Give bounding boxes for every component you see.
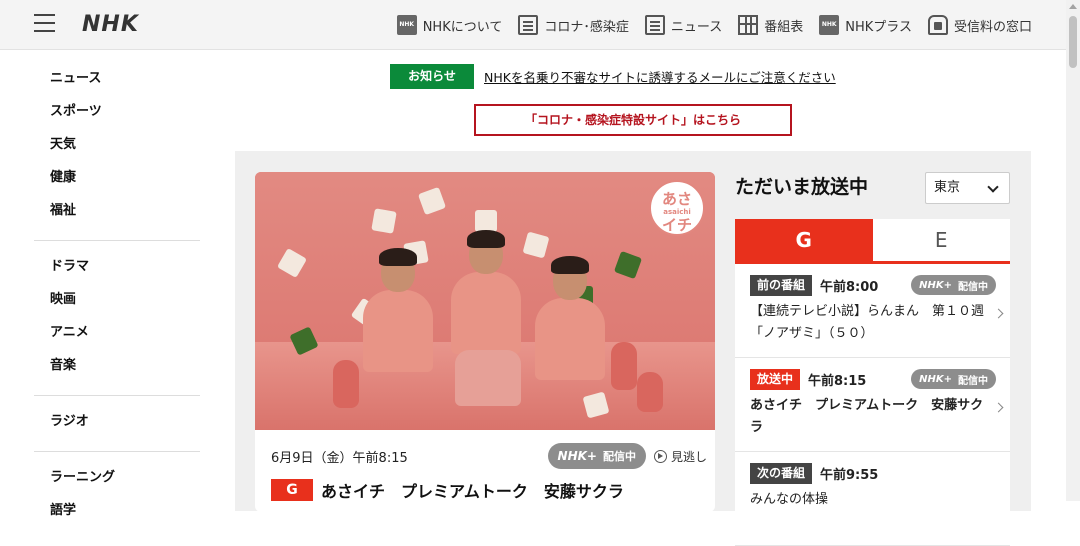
vase xyxy=(611,342,637,390)
notice-tag: お知らせ xyxy=(390,64,474,89)
puzzle-piece xyxy=(371,208,397,234)
nav-about-nhk[interactable]: NHK NHKについて xyxy=(396,15,502,35)
channel-badge: G xyxy=(271,479,313,501)
schedule-row-previous[interactable]: 前の番組 午前8:00 NHK+ 配信中 【連続テレビ小説】らんまん 第１０週「… xyxy=(735,264,1010,358)
schedule-row-next[interactable]: 次の番組 午前9:55 みんなの体操 xyxy=(735,452,1010,546)
site-header: NHK NHK NHKについて コロナ･感染症 ニュース 番組表 NHK NHK… xyxy=(0,0,1066,50)
guest-person xyxy=(363,248,433,372)
schedule-title: あさイチ プレミアムトーク 安藤サクラ xyxy=(750,398,984,435)
schedule-title: 【連続テレビ小説】らんまん 第１０週「ノアザミ」（５０） xyxy=(750,304,985,341)
tab-g[interactable]: G xyxy=(735,219,873,264)
vase xyxy=(333,360,359,408)
sidebar-item-weather[interactable]: 天気 xyxy=(34,131,200,164)
nhk-plus-icon: NHK xyxy=(819,15,840,35)
feature-card[interactable]: あさ asaichi イチ 6月9日（金）午前8:15 NHK+ 配信中 見逃し… xyxy=(255,172,715,512)
hamburger-menu-icon[interactable] xyxy=(34,14,55,33)
sidebar-group-news: ニュース スポーツ 天気 健康 福祉 xyxy=(34,50,200,241)
sidebar-item-movies[interactable]: 映画 xyxy=(34,286,200,319)
sidebar-item-welfare[interactable]: 福祉 xyxy=(34,197,200,230)
asaichi-logo: あさ asaichi イチ xyxy=(649,180,705,236)
schedule-label: 前の番組 xyxy=(750,274,813,296)
feature-date: 6月9日（金）午前8:15 xyxy=(271,450,408,466)
feature-meta: 6月9日（金）午前8:15 NHK+ 配信中 見逃し xyxy=(271,442,707,470)
schedule-label-live: 放送中 xyxy=(750,368,801,390)
nhk-plus-streaming-button[interactable]: NHK+ 配信中 xyxy=(547,443,646,469)
replay-icon xyxy=(653,449,667,463)
schedule-time: 午前9:55 xyxy=(820,467,879,483)
schedule-title: みんなの体操 xyxy=(750,492,829,507)
toaster xyxy=(455,350,521,406)
sidebar-item-radio[interactable]: ラジオ xyxy=(34,408,200,441)
sidebar-group-entertainment: ドラマ 映画 アニメ 音楽 xyxy=(34,241,200,396)
nhk-plus-streaming-badge[interactable]: NHK+ 配信中 xyxy=(911,275,996,295)
notice-bar: お知らせ NHKを名乗り不審なサイトに誘導するメールにご注意ください xyxy=(390,64,836,89)
feature-image[interactable]: あさ asaichi イチ xyxy=(255,172,715,430)
notice-link[interactable]: NHKを名乗り不審なサイトに誘導するメールにご注意ください xyxy=(484,67,836,86)
scroll-up-arrow-icon[interactable] xyxy=(1069,4,1077,9)
region-select[interactable]: 東京 xyxy=(925,172,1010,204)
corona-site-button[interactable]: 「コロナ・感染症特設サイト」はこちら xyxy=(474,104,792,136)
sidebar-item-language[interactable]: 語学 xyxy=(34,497,200,530)
guest-person xyxy=(451,230,521,354)
nav-program-guide[interactable]: 番組表 xyxy=(738,15,803,35)
nav-nhk-plus[interactable]: NHK NHKプラス xyxy=(819,15,912,35)
schedule-time: 午前8:15 xyxy=(808,373,867,389)
sidebar-group-learning: ラーニング 語学 xyxy=(34,452,200,540)
nav-reception-fee[interactable]: 受信料の窓口 xyxy=(927,15,1032,35)
nhk-logo[interactable]: NHK xyxy=(82,12,139,37)
feature-title: あさイチ プレミアムトーク 安藤サクラ xyxy=(321,482,624,501)
schedule-time: 午前8:00 xyxy=(820,279,879,295)
schedule-row-current[interactable]: 放送中 午前8:15 NHK+ 配信中 あさイチ プレミアムトーク 安藤サクラ xyxy=(735,358,1010,452)
sidebar-item-drama[interactable]: ドラマ xyxy=(34,253,200,286)
channel-tabs: G E xyxy=(735,219,1010,264)
chevron-down-icon xyxy=(987,181,999,193)
sidebar-item-sports[interactable]: スポーツ xyxy=(34,98,200,131)
nav-news[interactable]: ニュース xyxy=(644,15,722,35)
nav-corona[interactable]: コロナ･感染症 xyxy=(518,15,629,35)
nhk-plus-logo: NHK+ xyxy=(557,449,597,463)
page-scrollbar[interactable] xyxy=(1066,0,1080,501)
missed-button[interactable]: 見逃し xyxy=(653,448,707,465)
virus-info-icon xyxy=(518,15,539,35)
sidebar-item-music[interactable]: 音楽 xyxy=(34,352,200,385)
reception-fee-icon xyxy=(927,15,948,35)
guest-person xyxy=(535,256,605,380)
vase xyxy=(637,372,663,412)
schedule-label: 次の番組 xyxy=(750,462,813,484)
sidebar-item-news[interactable]: ニュース xyxy=(34,65,200,98)
nhk-icon: NHK xyxy=(396,15,417,35)
schedule-list: 前の番組 午前8:00 NHK+ 配信中 【連続テレビ小説】らんまん 第１０週「… xyxy=(735,264,1010,546)
program-guide-icon xyxy=(738,15,759,35)
scrollbar-thumb[interactable] xyxy=(1069,16,1077,68)
nhk-plus-streaming-badge[interactable]: NHK+ 配信中 xyxy=(911,369,996,389)
newspaper-icon xyxy=(644,15,665,35)
sidebar: ニュース スポーツ 天気 健康 福祉 ドラマ 映画 アニメ 音楽 ラジオ ラーニ… xyxy=(34,50,200,540)
sidebar-item-learning[interactable]: ラーニング xyxy=(34,464,200,497)
sidebar-group-radio: ラジオ xyxy=(34,396,200,452)
tab-e[interactable]: E xyxy=(872,219,1010,264)
onair-heading: ただいま放送中 xyxy=(735,176,869,198)
top-nav: NHK NHKについて コロナ･感染症 ニュース 番組表 NHK NHKプラス … xyxy=(381,0,1032,50)
sidebar-item-health[interactable]: 健康 xyxy=(34,164,200,197)
feature-title-row[interactable]: G あさイチ プレミアムトーク 安藤サクラ xyxy=(271,478,624,502)
puzzle-piece xyxy=(475,210,497,232)
sidebar-item-anime[interactable]: アニメ xyxy=(34,319,200,352)
